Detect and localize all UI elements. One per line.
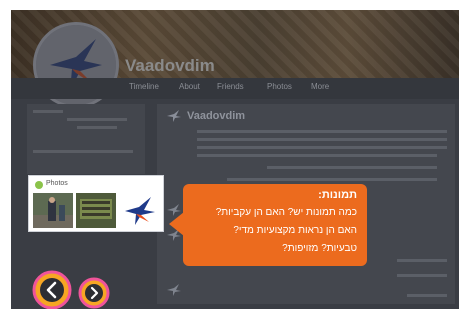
chevron-right-icon [78, 277, 110, 309]
info-row [33, 150, 133, 153]
post-text-line [397, 259, 447, 262]
post-link-line [267, 166, 437, 169]
info-row [67, 118, 127, 121]
post-text-line [197, 154, 437, 157]
slide-stage: { "page": { "name": "Vaadovdim", "tabs":… [0, 0, 464, 309]
tab-about[interactable]: About [179, 82, 200, 91]
tab-friends[interactable]: Friends [217, 82, 244, 91]
tab-more[interactable]: More [311, 82, 329, 91]
tab-timeline[interactable]: Timeline [129, 82, 159, 91]
next-button[interactable] [78, 277, 110, 309]
photo-thumbnail[interactable] [76, 193, 116, 228]
post-text-line [407, 294, 447, 297]
info-row [33, 110, 63, 113]
callout-line: טבעיות? מזויפות? [282, 243, 357, 254]
chevron-left-icon [32, 270, 72, 309]
post-text-line [197, 146, 447, 149]
photo-thumbnail[interactable] [33, 193, 73, 228]
star-logo-icon[interactable] [119, 193, 159, 228]
post-text-line [197, 138, 447, 141]
photos-icon [35, 181, 43, 189]
left-info-panel [27, 104, 145, 174]
photos-label: Photos [46, 180, 68, 187]
tip-callout: תמונות: כמה תמונות יש? האם הן עקביות? הא… [169, 184, 367, 266]
callout-title: תמונות: [318, 189, 357, 201]
callout-line: האם הן נראות מקצועיות מדי? [233, 225, 357, 236]
prev-button[interactable] [32, 270, 72, 309]
post-text-line [397, 274, 447, 277]
star-logo-icon [167, 110, 181, 122]
post-text-line [227, 178, 437, 181]
page-nav-bar: Timeline About Friends Photos More [11, 78, 459, 99]
star-logo-icon [167, 284, 181, 296]
feed-page-title: Vaadovdim [187, 110, 246, 122]
info-row [77, 126, 117, 129]
callout-line: כמה תמונות יש? האם הן עקביות? [215, 207, 357, 218]
page-name: Vaadovdim [125, 56, 215, 75]
post-text-line [197, 130, 447, 133]
tab-photos[interactable]: Photos [267, 82, 292, 91]
photos-card[interactable]: Photos [28, 175, 164, 232]
